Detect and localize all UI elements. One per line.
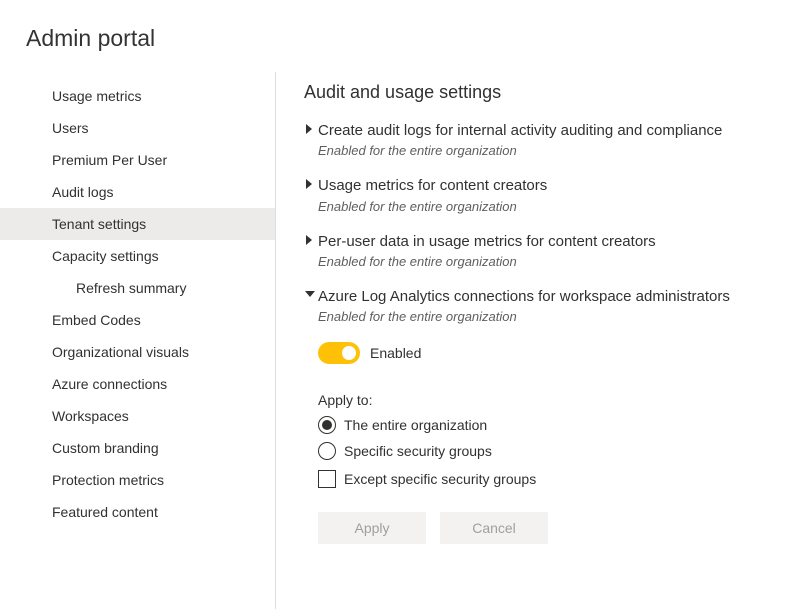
setting-row-azure-log-analytics[interactable]: Azure Log Analytics connections for work… (304, 287, 790, 324)
setting-status: Enabled for the entire organization (318, 254, 790, 269)
sidebar-item-usage-metrics[interactable]: Usage metrics (0, 80, 275, 112)
enabled-toggle-label: Enabled (370, 345, 421, 361)
sidebar-item-users[interactable]: Users (0, 112, 275, 144)
radio-icon (318, 416, 336, 434)
setting-row-audit-logs[interactable]: Create audit logs for internal activity … (304, 121, 790, 158)
checkbox-except-specific[interactable]: Except specific security groups (318, 470, 790, 488)
sidebar-item-audit-logs[interactable]: Audit logs (0, 176, 275, 208)
setting-title: Create audit logs for internal activity … (318, 121, 790, 141)
sidebar-item-embed-codes[interactable]: Embed Codes (0, 304, 275, 336)
radio-specific-groups[interactable]: Specific security groups (318, 442, 790, 460)
radio-icon (318, 442, 336, 460)
setting-title: Usage metrics for content creators (318, 176, 790, 196)
caret-right-icon (304, 178, 318, 190)
apply-button[interactable]: Apply (318, 512, 426, 544)
caret-right-icon (304, 234, 318, 246)
setting-title: Per-user data in usage metrics for conte… (318, 232, 790, 252)
sidebar-item-custom-branding[interactable]: Custom branding (0, 432, 275, 464)
radio-label: Specific security groups (344, 443, 492, 459)
caret-right-icon (304, 123, 318, 135)
setting-status: Enabled for the entire organization (318, 143, 790, 158)
cancel-button[interactable]: Cancel (440, 512, 548, 544)
setting-title: Azure Log Analytics connections for work… (318, 287, 790, 307)
checkbox-icon (318, 470, 336, 488)
radio-label: The entire organization (344, 417, 487, 433)
sidebar: Usage metrics Users Premium Per User Aud… (0, 72, 276, 609)
sidebar-item-protection-metrics[interactable]: Protection metrics (0, 464, 275, 496)
expanded-panel: Enabled Apply to: The entire organizatio… (318, 330, 790, 544)
section-heading: Audit and usage settings (304, 82, 790, 103)
sidebar-item-premium-per-user[interactable]: Premium Per User (0, 144, 275, 176)
main-content: Audit and usage settings Create audit lo… (276, 72, 808, 609)
enabled-toggle[interactable] (318, 342, 360, 364)
apply-to-label: Apply to: (318, 392, 790, 408)
setting-status: Enabled for the entire organization (318, 199, 790, 214)
sidebar-item-organizational-visuals[interactable]: Organizational visuals (0, 336, 275, 368)
sidebar-item-workspaces[interactable]: Workspaces (0, 400, 275, 432)
setting-row-per-user-data[interactable]: Per-user data in usage metrics for conte… (304, 232, 790, 269)
setting-status: Enabled for the entire organization (318, 309, 790, 324)
sidebar-item-tenant-settings[interactable]: Tenant settings (0, 208, 275, 240)
sidebar-subitem-refresh-summary[interactable]: Refresh summary (0, 272, 275, 304)
radio-entire-org[interactable]: The entire organization (318, 416, 790, 434)
sidebar-item-capacity-settings[interactable]: Capacity settings (0, 240, 275, 272)
checkbox-label: Except specific security groups (344, 471, 536, 487)
setting-row-usage-metrics[interactable]: Usage metrics for content creators Enabl… (304, 176, 790, 213)
page-title: Admin portal (0, 0, 808, 72)
caret-down-icon (304, 289, 318, 299)
sidebar-item-azure-connections[interactable]: Azure connections (0, 368, 275, 400)
sidebar-item-featured-content[interactable]: Featured content (0, 496, 275, 528)
